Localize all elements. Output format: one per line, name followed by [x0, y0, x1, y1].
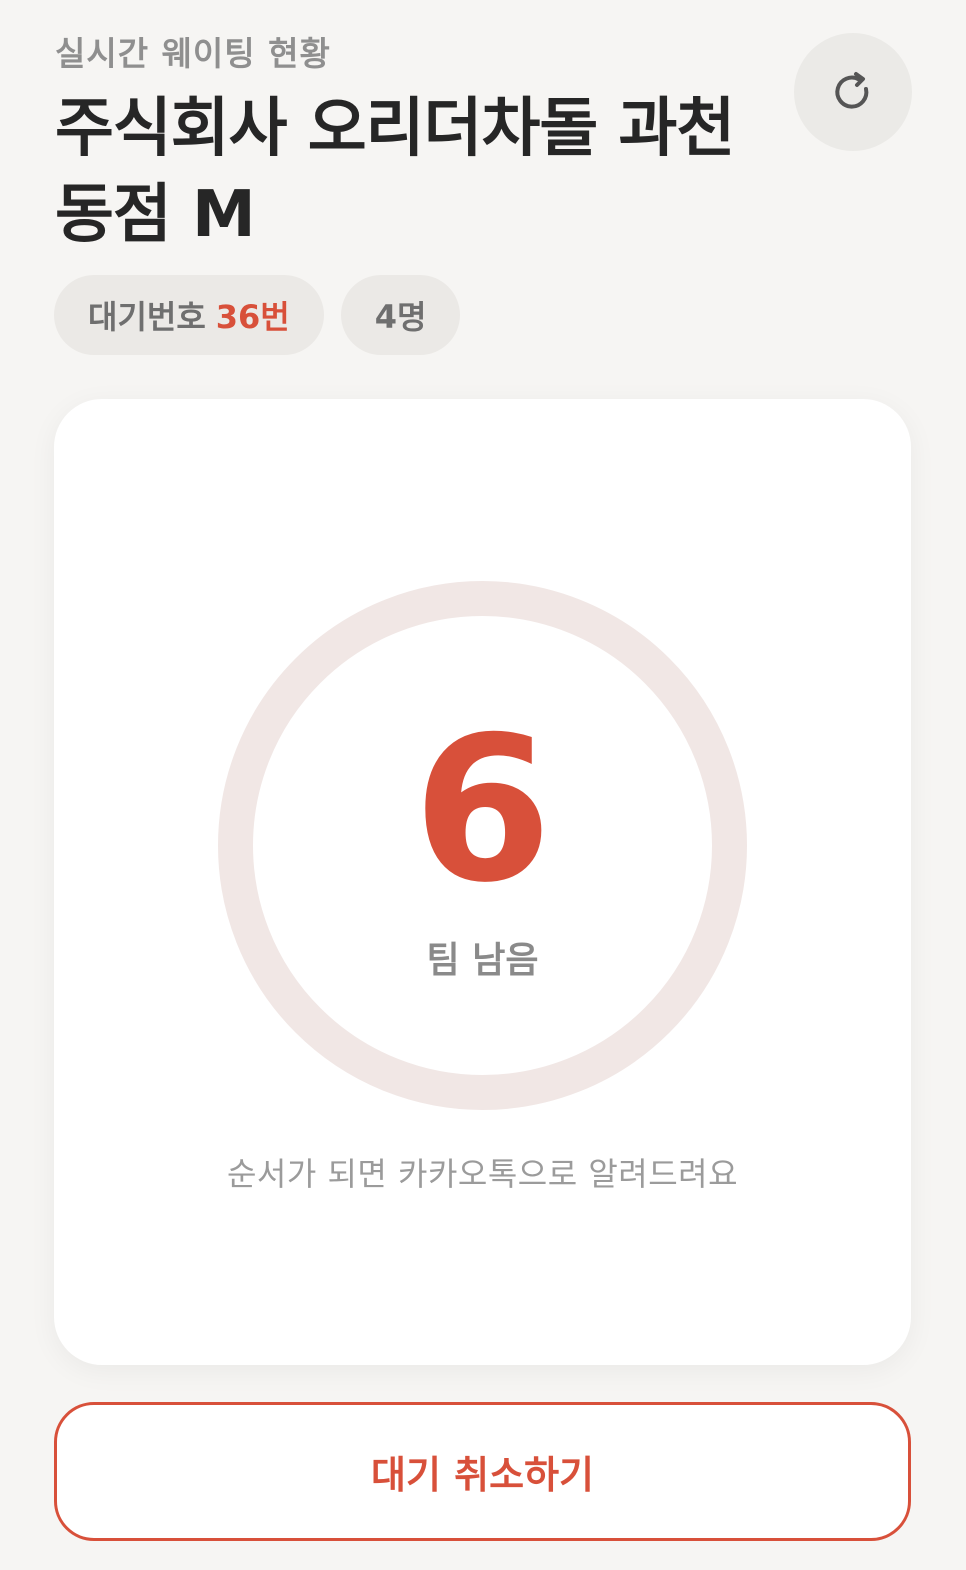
progress-ring: 6 팀 남음	[218, 581, 747, 1110]
queue-number-label: 대기번호	[88, 298, 206, 336]
teams-remaining-count: 6	[412, 694, 553, 927]
queue-number-value: 36번	[215, 298, 290, 336]
party-size-chip: 4명	[340, 275, 461, 355]
page-subtitle: 실시간 웨이팅 현황	[55, 34, 331, 73]
page-title: 주식회사 오리더차돌 과천동점 M	[55, 92, 735, 252]
kakao-notice-text: 순서가 되면 카카오톡으로 알려드려요	[226, 1155, 739, 1193]
header: 실시간 웨이팅 현황 주식회사 오리더차돌 과천동점 M	[55, 30, 775, 258]
teams-remaining-label: 팀 남음	[426, 940, 539, 981]
refresh-button[interactable]	[794, 33, 912, 151]
refresh-icon	[835, 72, 869, 109]
waiting-info-chips: 대기번호 36번 4명	[54, 275, 461, 355]
queue-number-chip: 대기번호 36번	[54, 275, 324, 355]
party-size-value: 4명	[374, 298, 427, 336]
cancel-waiting-button[interactable]: 대기 취소하기	[54, 1402, 911, 1541]
waiting-status-card: 6 팀 남음 순서가 되면 카카오톡으로 알려드려요	[54, 399, 911, 1365]
